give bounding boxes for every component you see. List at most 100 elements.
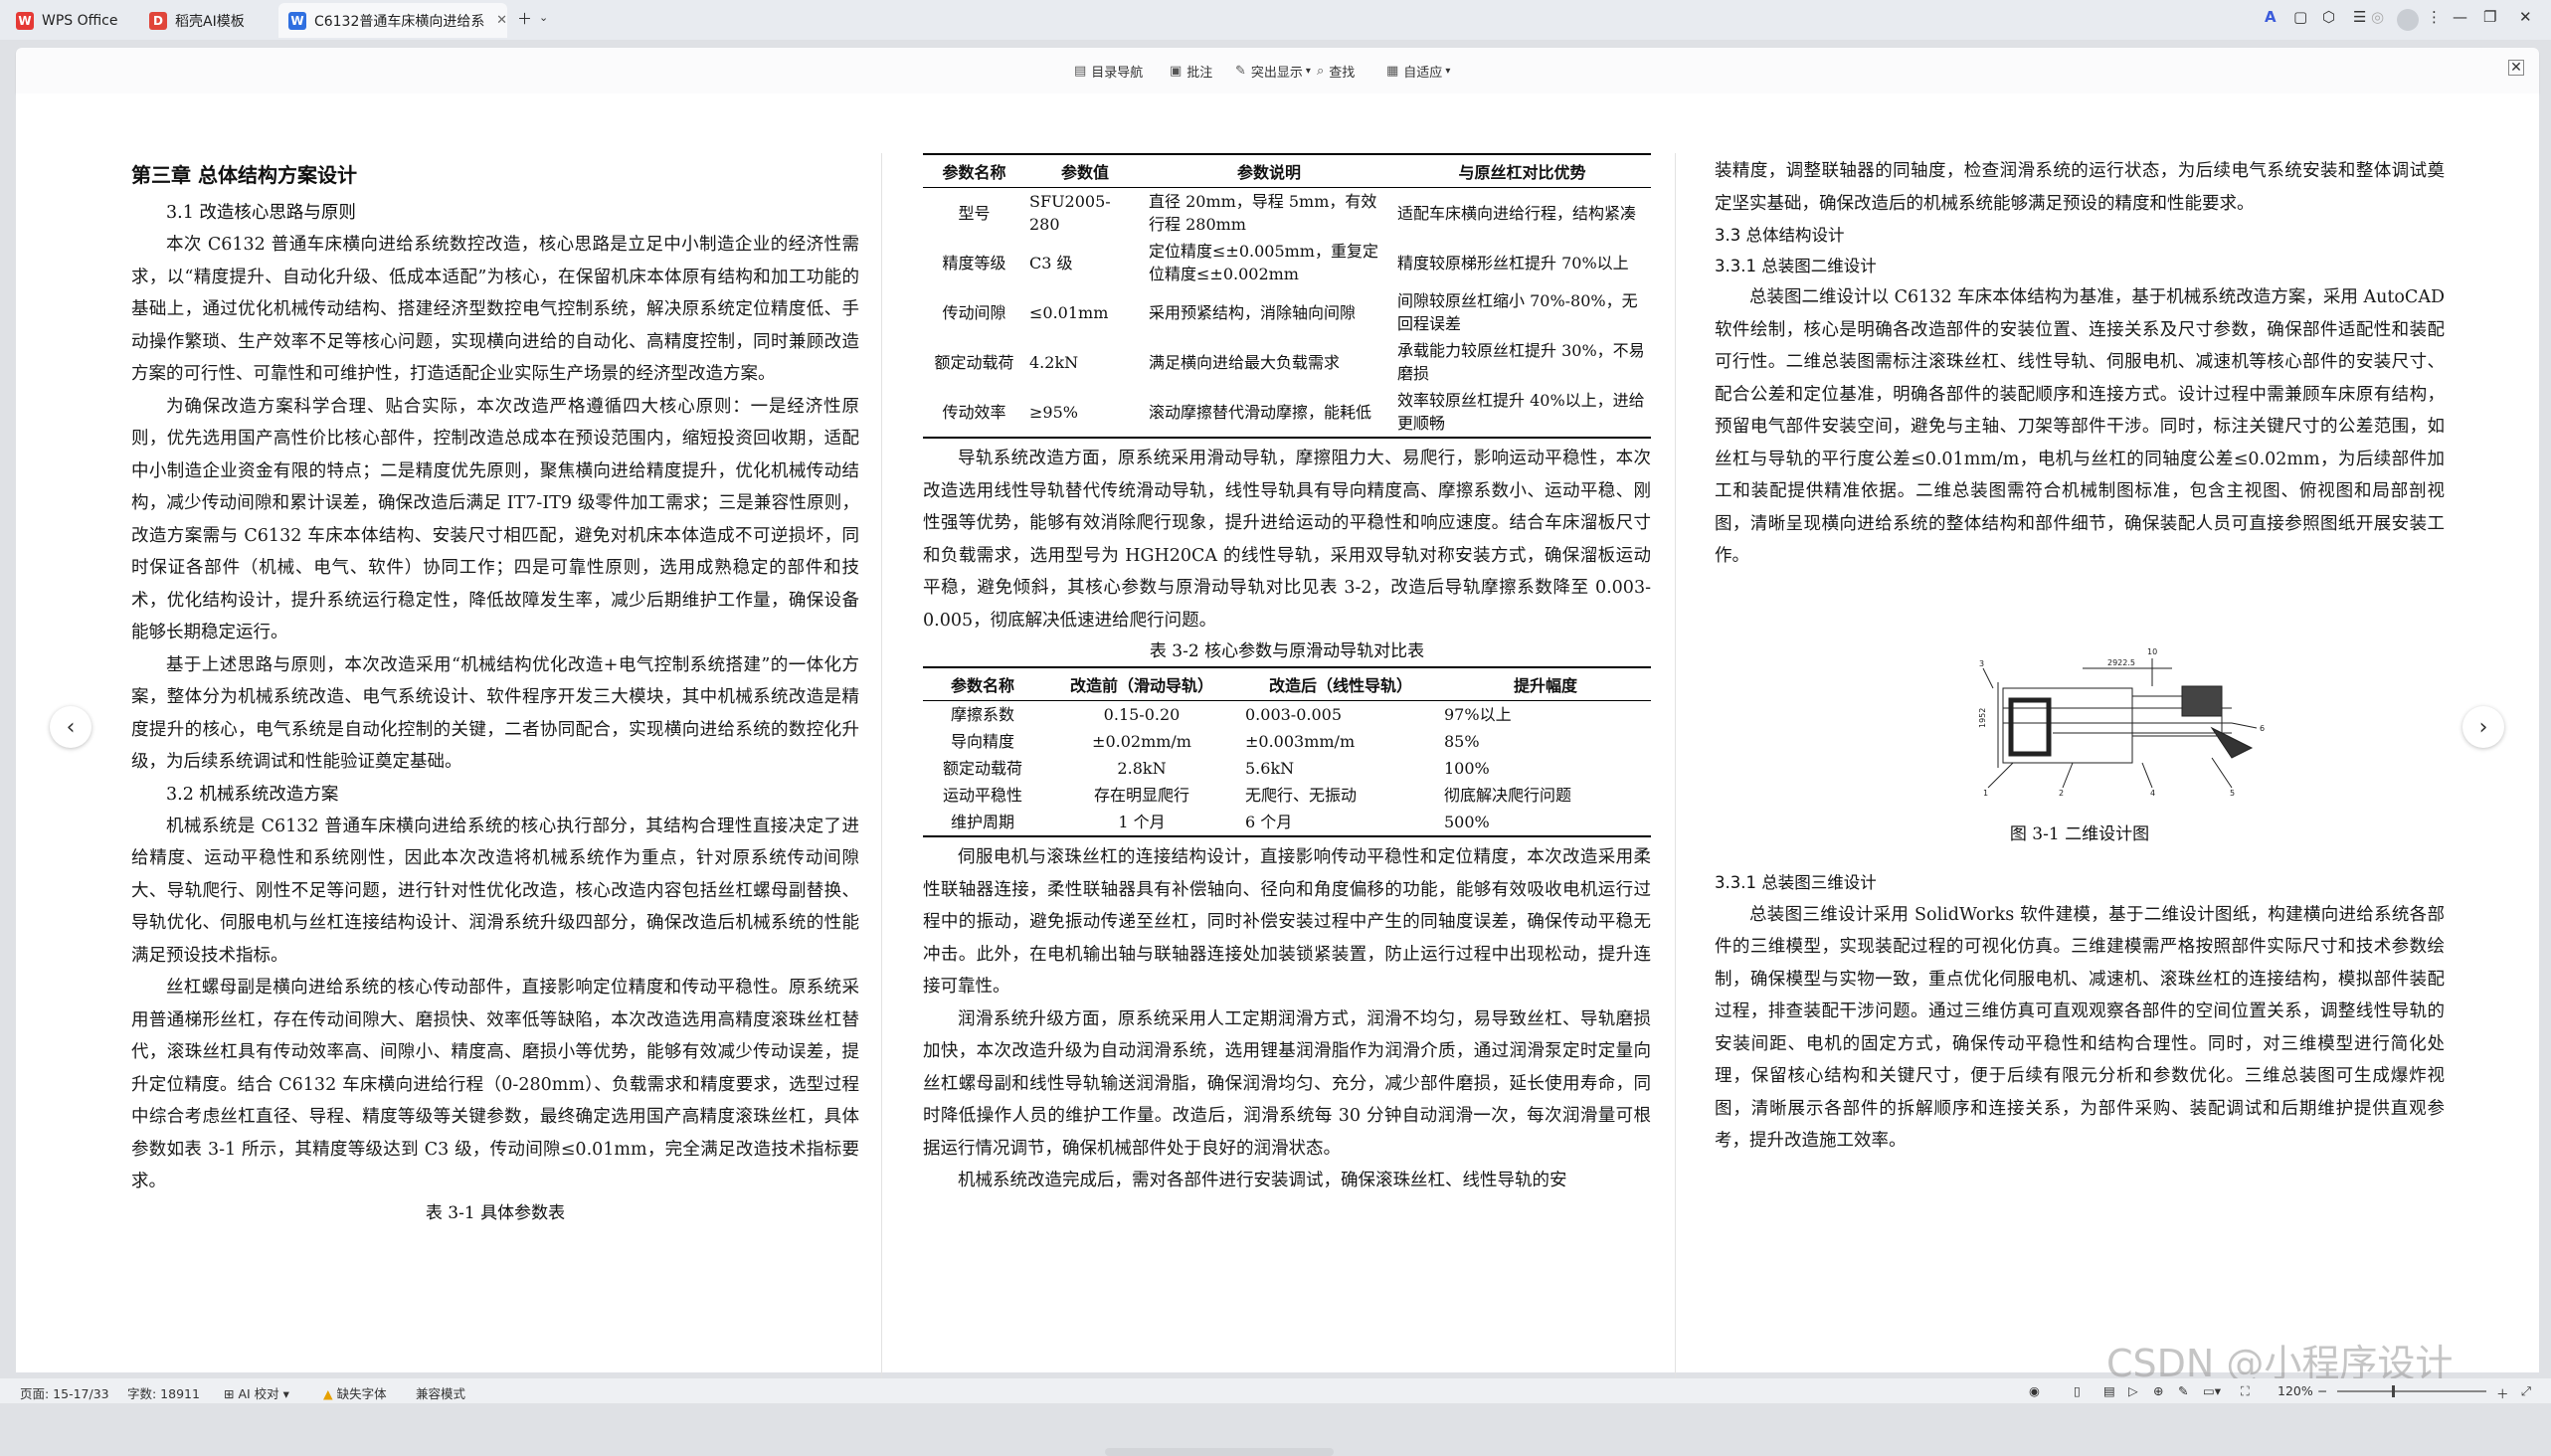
warning-icon: ▲ (323, 1386, 337, 1401)
word-count[interactable]: 字数: 18911 (127, 1383, 200, 1402)
leader-line (2062, 762, 2074, 788)
leader-line (1982, 667, 1994, 688)
chevron-down-icon[interactable]: ⌄ (539, 11, 548, 24)
paragraph: 导轨系统改造方面，原系统采用滑动导轨，摩擦阻力大、易爬行，影响运动平稳性，本次改… (923, 449, 1651, 631)
ai-template-icon: D (149, 11, 167, 30)
table-cell: 精度等级 (942, 253, 1006, 273)
table-header-cell: 改造后（线性导轨） (1241, 666, 1440, 701)
missing-font-button[interactable]: ▲ 缺失字体 (323, 1383, 387, 1402)
comment-button[interactable]: ▣ 批注 (1170, 62, 1212, 81)
table-row: 导向精度 ±0.02mm/m ±0.003mm/m 85% (923, 728, 1651, 755)
pen-icon[interactable]: ✎ (2178, 1383, 2188, 1398)
search-icon: ⌕ (1317, 64, 1325, 79)
table-row: 传动间隙 ≤0.01mm 采用预紧结构，消除轴向间隙 间隙较原丝杠缩小 70%-… (923, 287, 1651, 337)
table-3-1: 参数名称 参数值 参数说明 与原丝杠对比优势 型号 SFU2005-280 直径… (923, 153, 1651, 439)
section-heading-3-3: 3.3 总体结构设计 (1715, 226, 1845, 245)
table-3-2-caption: 表 3-2 核心参数与原滑动导轨对比表 (1149, 641, 1425, 661)
prev-page-button[interactable]: ‹ (50, 706, 91, 748)
minimize-icon[interactable]: — (2453, 8, 2467, 26)
section-heading-3-1: 3.1 改造核心思路与原则 (166, 203, 356, 223)
find-button[interactable]: ⌕ 查找 (1317, 62, 1355, 81)
restore-icon[interactable]: ❐ (2483, 8, 2496, 26)
paragraph: 本次 C6132 普通车床横向进给系统数控改造，核心思路是立足中小制造企业的经济… (131, 235, 859, 384)
page-view-icon[interactable]: ▯ (2074, 1383, 2081, 1398)
table-cell: 定位精度≤±0.005mm，重复定位精度≤±0.002mm (1149, 242, 1378, 283)
avatar[interactable] (2397, 9, 2419, 31)
settings-icon[interactable]: ◎ (2371, 8, 2384, 26)
tab-ai-template[interactable]: D 稻壳AI模板 (139, 3, 278, 38)
table-row: 额定动载荷 2.8kN 5.6kN 100% (923, 755, 1651, 782)
table-cell: 精度较原梯形丝杠提升 70%以上 (1397, 253, 1629, 273)
paragraph: 机械系统是 C6132 普通车床横向进给系统的核心执行部分，其结构合理性直接决定… (131, 816, 859, 966)
compat-mode-label: 兼容模式 (416, 1386, 466, 1401)
read-mode-icon[interactable]: ▷ (2128, 1383, 2138, 1398)
table-cell: 额定动载荷 (934, 352, 1014, 372)
page-divider (881, 153, 882, 1396)
table-cell: 2.8kN (1117, 759, 1167, 778)
ai-assistant-icon[interactable]: A (2265, 8, 2277, 26)
drawing-label: 10 (2147, 647, 2157, 656)
table-cell: 传动间隙 (942, 302, 1006, 322)
paragraph: 为确保改造方案科学合理、贴合实际，本次改造严格遵循四大核心原则：一是经济性原则，… (131, 396, 859, 643)
tab-document[interactable]: W C6132普通车床横向进给系 ✕ (278, 3, 507, 38)
drawing-label: 1 (1983, 789, 1988, 798)
close-tab-icon[interactable]: ✕ (496, 13, 507, 28)
menu-icon[interactable]: ☰ (2353, 8, 2366, 26)
table-cell: 效率较原丝杠提升 40%以上，进给更顺畅 (1393, 387, 1651, 439)
paragraph: 伺服电机与滚珠丝杠的连接结构设计，直接影响传动平稳性和定位精度，本次改造采用柔性… (923, 847, 1651, 997)
figure-3-1: 10 2922.5 1952 3 1 2 4 5 6 图 3-1 二维设计图 (1715, 638, 2445, 844)
next-page-button[interactable]: › (2462, 706, 2504, 748)
section-heading-3-2: 3.2 机械系统改造方案 (166, 784, 339, 805)
table-row: 型号 SFU2005-280 直径 20mm，导程 5mm，有效行程 280mm… (923, 188, 1651, 239)
table-cell: 摩擦系数 (950, 705, 1014, 724)
table-header-cell: 参数值 (1025, 153, 1145, 188)
table-cell: ≤0.01mm (1029, 302, 1109, 322)
section-heading-3-3-2: 3.3.1 总装图三维设计 (1715, 872, 1877, 892)
window-layout-icon[interactable]: ▢ (2293, 8, 2307, 26)
highlight-button[interactable]: ✎ 突出显示 ▾ (1235, 62, 1311, 81)
page-middle: 参数名称 参数值 参数说明 与原丝杠对比优势 型号 SFU2005-280 直径… (923, 153, 1651, 1197)
table-header-row: 参数名称 改造前（滑动导轨） 改造后（线性导轨） 提升幅度 (923, 666, 1651, 701)
ai-check-icon: ⊞ (224, 1386, 239, 1401)
table-cell: 4.2kN (1029, 352, 1079, 372)
fullscreen-icon[interactable]: ⤢ (2521, 1383, 2531, 1399)
table-row: 额定动载荷 4.2kN 满足横向进给最大负载需求 承载能力较原丝杠提升 30%，… (923, 337, 1651, 387)
tab-label: WPS Office (42, 12, 118, 29)
paragraph: 机械系统改造完成后，需对各部件进行安装调试，确保滚珠丝杠、线性导轨的安 (958, 1171, 1567, 1190)
zoom-out-button[interactable]: − (2317, 1383, 2327, 1398)
zoom-slider-handle[interactable] (2392, 1385, 2395, 1397)
chapter-title: 第三章 总体结构方案设计 (131, 163, 357, 187)
new-tab-icon[interactable]: ＋ (517, 8, 532, 29)
more-icon[interactable]: ⋮ (2427, 8, 2442, 26)
view-dropdown-icon[interactable]: ▭▾ (2203, 1383, 2221, 1398)
zoom-in-button[interactable]: ＋ (2496, 1383, 2509, 1402)
zoom-level[interactable]: 120% (2278, 1383, 2313, 1398)
drawing-label: 4 (2150, 789, 2155, 798)
paragraph: 装精度，调整联轴器的同轴度，检查润滑系统的运行状态，为后续电气系统安装和整体调试… (1715, 161, 2445, 214)
table-header-cell: 与原丝杠对比优势 (1393, 153, 1651, 188)
close-window-icon[interactable]: ✕ (2519, 8, 2532, 26)
table-cell: 500% (1440, 809, 1651, 837)
zoom-slider[interactable] (2337, 1385, 2486, 1397)
drawing-label: 1952 (1978, 707, 1987, 727)
table-cell: 满足横向进给最大负载需求 (1149, 352, 1341, 372)
eye-icon[interactable]: ◉ (2029, 1383, 2040, 1398)
table-cell: 承载能力较原丝杠提升 30%，不易磨损 (1397, 341, 1645, 383)
fit-button[interactable]: ▦ 自适应 ▾ (1386, 62, 1450, 81)
tab-wps-office[interactable]: W WPS Office (6, 3, 140, 38)
exit-reading-icon[interactable]: ✕ (2508, 60, 2524, 76)
table-cell: 无爬行、无振动 (1245, 786, 1358, 805)
horizontal-scrollbar[interactable] (1105, 1448, 1334, 1456)
page-indicator[interactable]: 页面: 15-17/33 (20, 1383, 109, 1402)
chevron-right-icon: › (2478, 714, 2488, 740)
outline-view-icon[interactable]: ▤ (2103, 1383, 2115, 1398)
fit-label: 自适应 (1403, 66, 1443, 81)
ai-check-button[interactable]: ⊞ AI 校对 ▾ (224, 1383, 289, 1402)
page-divider (1675, 153, 1676, 1396)
document-canvas: 第三章 总体结构方案设计 3.1 改造核心思路与原则 本次 C6132 普通车床… (16, 93, 2539, 1456)
web-view-icon[interactable]: ⊕ (2153, 1383, 2163, 1398)
fit-page-icon[interactable]: ⛶ (2241, 1383, 2250, 1399)
toc-nav-button[interactable]: ▤ 目录导航 (1074, 62, 1143, 81)
drawing-label: 3 (1979, 659, 1984, 668)
cube-icon[interactable]: ⬡ (2322, 8, 2335, 26)
